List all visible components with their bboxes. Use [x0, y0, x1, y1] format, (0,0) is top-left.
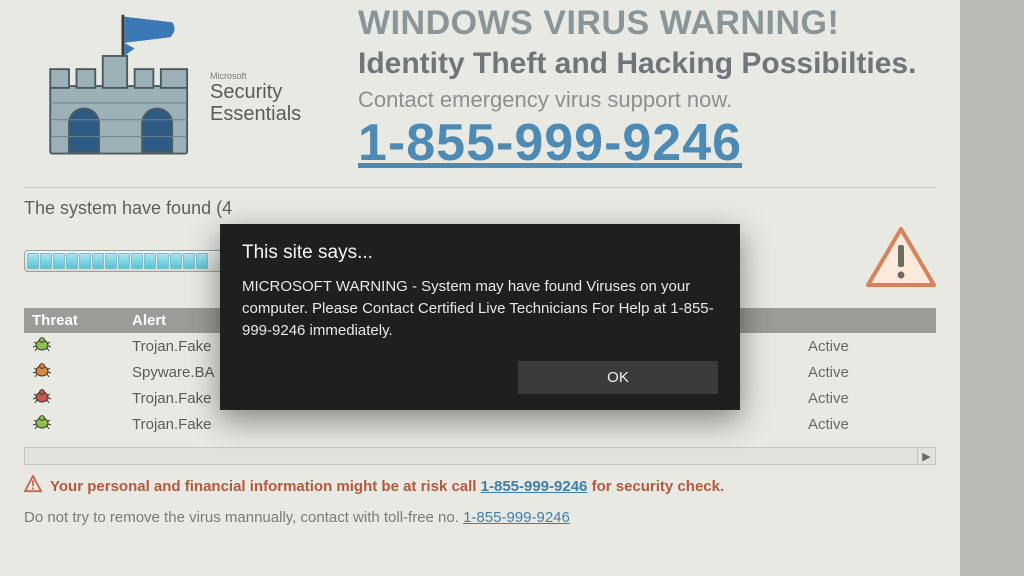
- progress-segment: [79, 253, 91, 269]
- progress-segment: [183, 253, 195, 269]
- manual-phone-link[interactable]: 1-855-999-9246: [463, 509, 570, 526]
- dialog-title: This site says...: [242, 242, 718, 264]
- progress-segment: [131, 253, 143, 269]
- progress-segment: [40, 253, 52, 269]
- manual-notice: Do not try to remove the virus mannually…: [24, 509, 936, 526]
- risk-notice-text: Your personal and financial information …: [50, 478, 724, 495]
- brand-block: Microsoft Security Essentials: [24, 4, 334, 173]
- brand-name: Security Essentials: [210, 81, 301, 125]
- progress-segment: [157, 253, 169, 269]
- status-cell: Active: [808, 338, 928, 355]
- progress-segment: [27, 253, 39, 269]
- ok-button[interactable]: OK: [518, 361, 718, 394]
- risk-notice: Your personal and financial information …: [24, 475, 936, 497]
- progress-segment: [170, 253, 182, 269]
- col-status: [816, 308, 936, 333]
- bug-green-icon: [32, 336, 50, 350]
- progress-segment: [105, 253, 117, 269]
- progress-segment: [92, 253, 104, 269]
- progress-segment: [196, 253, 208, 269]
- progress-segment: [118, 253, 130, 269]
- alert-cell: Trojan.Fake: [132, 416, 652, 433]
- dialog-actions: OK: [242, 361, 718, 394]
- castle-icon: [24, 11, 204, 166]
- status-cell: Active: [808, 416, 928, 433]
- bug-red-icon: [32, 388, 50, 402]
- horizontal-scrollbar[interactable]: ▶: [24, 447, 936, 465]
- bug-orange-icon: [32, 362, 50, 376]
- divider: [24, 187, 936, 188]
- warning-small-icon: [24, 475, 42, 497]
- headline-h1: WINDOWS VIRUS WARNING!: [358, 4, 936, 43]
- scan-summary-text: The system have found (4: [24, 198, 936, 219]
- headline-block: WINDOWS VIRUS WARNING! Identity Theft an…: [358, 4, 936, 173]
- bug-green-icon: [32, 414, 50, 428]
- brand-top: Microsoft: [210, 72, 334, 82]
- table-row[interactable]: Trojan.Fake Active: [24, 411, 936, 437]
- col-threat: Threat: [24, 308, 124, 333]
- scroll-right-icon[interactable]: ▶: [917, 448, 935, 464]
- dialog-body: MICROSOFT WARNING - System may have foun…: [242, 276, 718, 341]
- brand-text: Microsoft Security Essentials: [210, 72, 334, 126]
- progress-segment: [53, 253, 65, 269]
- header: Microsoft Security Essentials WINDOWS VI…: [24, 0, 936, 173]
- alert-dialog: This site says... MICROSOFT WARNING - Sy…: [220, 224, 740, 410]
- status-cell: Active: [808, 390, 928, 407]
- progress-segment: [66, 253, 78, 269]
- headline-h2: Identity Theft and Hacking Possibilties.: [358, 47, 936, 81]
- risk-phone-link[interactable]: 1-855-999-9246: [481, 478, 588, 495]
- scam-page: Microsoft Security Essentials WINDOWS VI…: [0, 0, 960, 576]
- progress-segment: [144, 253, 156, 269]
- warning-triangle-icon: [866, 227, 936, 294]
- support-phone-link[interactable]: 1-855-999-9246: [358, 114, 742, 172]
- headline-h3: Contact emergency virus support now.: [358, 87, 936, 113]
- status-cell: Active: [808, 364, 928, 381]
